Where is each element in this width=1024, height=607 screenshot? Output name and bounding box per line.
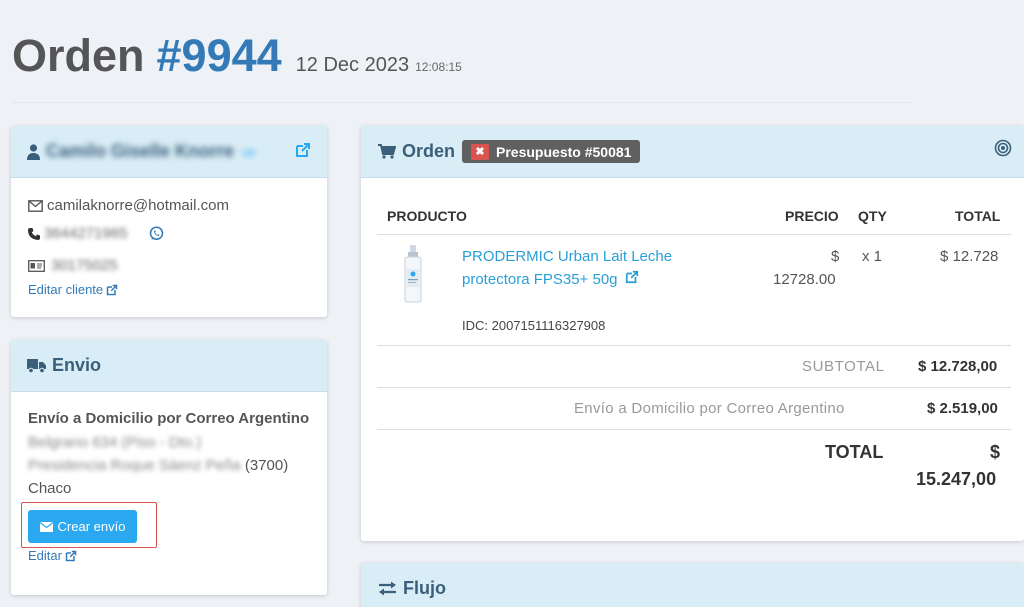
shipping-address-line2: Presidencia Roque Sáenz Peña (3700) <box>28 457 288 474</box>
shipping-province: Chaco <box>28 480 72 497</box>
envelope-icon <box>39 521 53 532</box>
edit-shipping-row: Editar <box>28 548 77 563</box>
client-panel-header: Camilo Giselle Knorre ue <box>11 126 327 178</box>
cart-icon <box>378 144 396 159</box>
shipping-zip: (3700) <box>244 457 289 474</box>
order-title: Orden <box>402 141 456 161</box>
total-label: TOTAL <box>825 442 884 462</box>
shipping-title: Envio <box>52 355 102 375</box>
edit-client-link[interactable]: Editar cliente <box>28 282 103 297</box>
product-link[interactable]: PRODERMIC Urban Lait Leche protectora FP… <box>462 245 702 291</box>
product-idc: IDC: 2007151116327908 <box>462 318 606 333</box>
total-symbol: $ <box>990 442 1001 462</box>
user-icon <box>27 143 40 160</box>
order-number: #9944 <box>156 30 282 81</box>
order-panel: Orden ✖ Presupuesto #50081 PRODUCTO PREC… <box>361 126 1024 541</box>
product-name: PRODERMIC Urban Lait Leche protectora FP… <box>462 248 673 288</box>
subtotal-label: SUBTOTAL <box>802 358 885 375</box>
row-divider <box>377 345 1011 346</box>
client-name: Camilo Giselle Knorre <box>46 141 235 161</box>
flow-panel: Flujo <box>361 563 1024 607</box>
shipping-method: Envío a Domicilio por Correo Argentino <box>28 410 310 427</box>
client-phone-row: 3644271965 <box>28 225 164 242</box>
order-panel-header: Orden ✖ Presupuesto #50081 <box>361 126 1024 178</box>
product-image <box>401 245 425 303</box>
create-shipment-button[interactable]: Crear envío <box>28 510 137 543</box>
shipping-city: Presidencia Roque Sáenz Peña <box>28 457 241 474</box>
table-header-divider <box>377 234 1011 235</box>
close-icon[interactable]: ✖ <box>471 143 490 160</box>
quote-badge-label: Presupuesto #50081 <box>496 143 632 160</box>
flow-title: Flujo <box>403 578 446 598</box>
total-value: 15.247,00 <box>916 469 997 489</box>
product-total: $ 12.728 <box>940 248 999 265</box>
external-link-icon[interactable] <box>625 270 639 284</box>
product-price-symbol: $ <box>831 248 840 265</box>
flow-panel-header: Flujo <box>361 563 1024 607</box>
shipping-address-line1: Belgrano 634 (Piso - Dto.) <box>28 434 202 451</box>
phone-icon <box>28 227 40 240</box>
order-time: 12:08:15 <box>415 60 462 74</box>
product-price: 12728.00 <box>773 271 836 288</box>
row-divider <box>377 387 1011 388</box>
column-header-product: PRODUCTO <box>387 208 467 224</box>
shipping-cost-label: Envío a Domicilio por Correo Argentino <box>574 400 845 417</box>
external-link-icon[interactable] <box>65 550 77 562</box>
subtotal-value: $ 12.728,00 <box>918 358 998 375</box>
create-shipment-label: Crear envío <box>57 519 126 534</box>
client-phone: 3644271965 <box>44 225 128 242</box>
order-date: 12 Dec 2023 <box>295 54 410 76</box>
whatsapp-icon[interactable] <box>149 226 164 241</box>
envelope-icon <box>28 199 43 212</box>
row-divider <box>377 429 1011 430</box>
shipping-panel-header: Envio <box>11 340 327 392</box>
page-title: Orden <box>12 30 145 81</box>
column-header-price: PRECIO <box>785 208 839 224</box>
product-qty: x 1 <box>862 248 883 265</box>
truck-icon <box>27 358 46 373</box>
client-email[interactable]: camilaknorre@hotmail.com <box>47 197 229 214</box>
edit-client-row: Editar cliente <box>28 282 118 297</box>
column-header-qty: QTY <box>858 208 887 224</box>
client-document: 30175025 <box>51 257 118 274</box>
target-icon[interactable] <box>994 139 1012 157</box>
quote-badge[interactable]: ✖ Presupuesto #50081 <box>462 140 641 163</box>
id-card-icon <box>28 259 45 272</box>
client-email-row: camilaknorre@hotmail.com <box>28 197 229 214</box>
client-document-row: 30175025 <box>28 257 118 274</box>
column-header-total: TOTAL <box>955 208 1001 224</box>
exchange-icon <box>378 581 397 596</box>
client-name-suffix: ue <box>242 144 256 159</box>
shipping-panel: Envio Envío a Domicilio por Correo Argen… <box>11 340 327 595</box>
edit-shipping-link[interactable]: Editar <box>28 548 62 563</box>
header-divider <box>12 102 912 103</box>
external-link-icon[interactable] <box>295 142 311 158</box>
client-panel: Camilo Giselle Knorre ue camilaknorre@ho… <box>11 126 327 317</box>
page-header: Orden #9944 12 Dec 2023 12:08:15 <box>12 30 462 82</box>
external-link-icon[interactable] <box>106 284 118 296</box>
shipping-cost-value: $ 2.519,00 <box>927 400 998 417</box>
